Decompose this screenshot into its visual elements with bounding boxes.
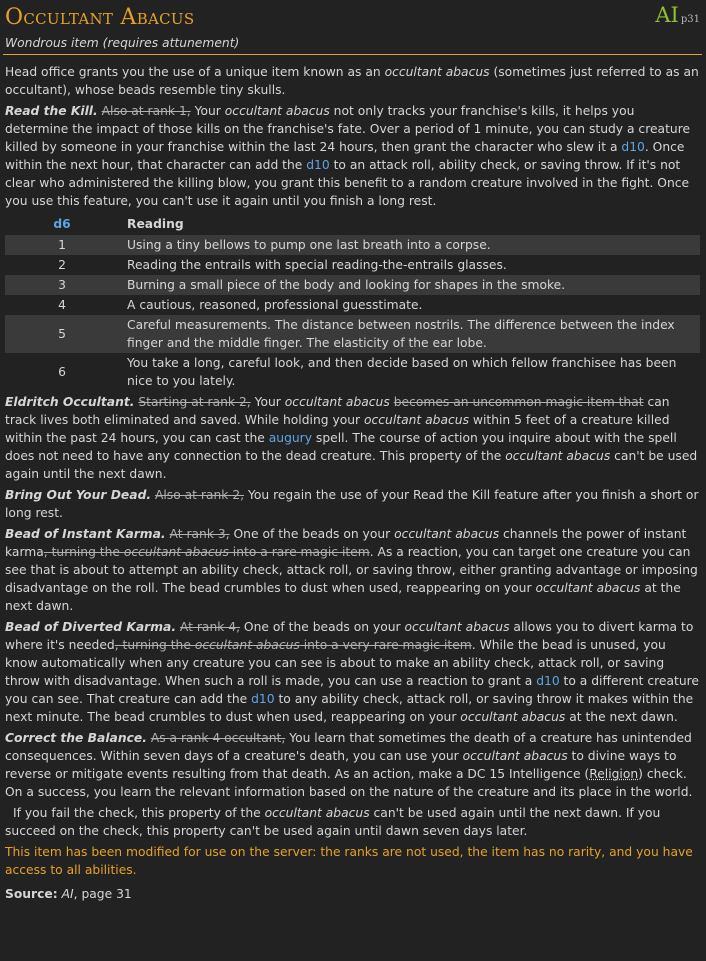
entry-name: Bring Out Your Dead. [5,488,152,502]
source-book[interactable]: AI [62,887,74,901]
table-row: 4A cautious, reasoned, professional gues… [58,298,423,312]
dice-column-header[interactable]: d6 [5,213,119,235]
struck-text: As a rank 4 occultant, [150,731,286,745]
source-label: Source: [5,887,58,901]
struck-text: Also at rank 2, [154,488,245,502]
divider [3,54,702,55]
entry-name: Correct the Balance. [5,731,147,745]
dice-link[interactable]: d10 [621,140,644,154]
source-abbr[interactable]: AI [655,3,678,27]
entry-name: Read the Kill. [5,104,98,118]
entry-name: Bead of Diverted Karma. [5,620,176,634]
struck-text: Starting at rank 2, [138,395,251,409]
correct-the-balance-continued: If you fail the check, this property of … [5,806,661,838]
dice-link[interactable]: d10 [306,158,329,172]
table-row: 1 Using a tiny bellows to pump one last b… [5,235,700,255]
dice-link[interactable]: d10 [251,692,274,706]
reading-table: d6 Reading 1 Using a tiny bellows to pump… [5,213,700,391]
eldritch-occultant: Eldritch Occultant. Starting at rank 2, … [5,395,698,481]
table-row: 2 Reading the entrails with special readi… [58,258,507,272]
bead-of-diverted-karma: Bead of Diverted Karma. At rank 4, One o… [5,620,699,724]
intro-paragraph: Head office grants you the use of a uniq… [5,65,699,97]
correct-the-balance: Correct the Balance. As a rank 4 occulta… [5,731,693,799]
item-title: Occultant Abacus [5,5,195,30]
table-row: 6 You take a long, careful look, and then… [58,356,677,388]
struck-text: , turning the occultant abacus into a ve… [114,638,472,652]
server-note: This item has been modified for use on t… [5,845,693,877]
source-page: p31 [680,14,700,25]
struck-text: , turning the occultant abacus into a ra… [43,545,370,559]
entry-name: Bead of Instant Karma. [5,527,166,541]
struck-text: At rank 4, [179,620,240,634]
entry-name: Eldritch Occultant. [5,395,135,409]
source-line: Source: AI, page 31 [5,885,700,903]
spell-link[interactable]: augury [269,431,312,445]
reading-column-header: Reading [127,217,184,231]
source-page-text: , page 31 [73,887,132,901]
dice-link[interactable]: d10 [536,674,559,688]
header: Occultant Abacus AI p31 [5,0,700,34]
read-the-kill: Read the Kill. Also at rank 1, Your occu… [5,104,691,208]
item-card: Occultant Abacus AI p31 Wondrous item (re… [0,0,706,903]
bead-of-instant-karma: Bead of Instant Karma. At rank 3, One of… [5,527,698,613]
source-tag[interactable]: AI p31 [655,3,700,29]
struck-text: Also at rank 1, [101,104,191,118]
struck-text: becomes an uncommon magic item that [393,395,644,409]
table-row: 3 Burning a small piece of the body and l… [5,275,700,295]
skill-link[interactable]: Religion [589,767,638,781]
struck-text: At rank 3, [169,527,230,541]
bring-out-your-dead: Bring Out Your Dead. Also at rank 2, You… [5,488,699,520]
item-type: Wondrous item (requires attunement) [5,36,240,50]
table-row: 5 Careful measurements. The distance betw… [5,315,700,353]
